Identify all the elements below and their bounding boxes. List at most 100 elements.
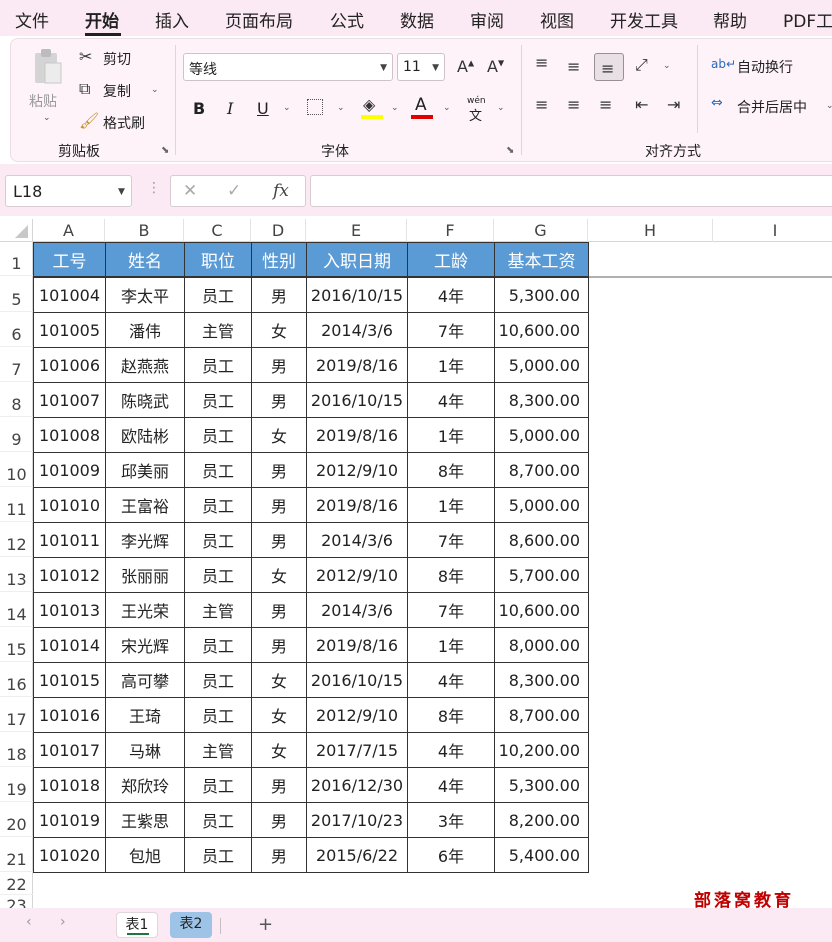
table-cell[interactable]: 包旭	[105, 837, 185, 873]
table-cell[interactable]: 5,000.00	[494, 347, 589, 383]
column-header-i[interactable]: I	[713, 219, 832, 242]
row-header[interactable]: 18	[0, 743, 33, 767]
table-cell[interactable]: 男	[251, 522, 307, 558]
font-launcher-icon[interactable]: ⬊	[506, 145, 514, 156]
row-header[interactable]: 16	[0, 673, 33, 697]
border-icon[interactable]	[307, 99, 323, 115]
table-cell[interactable]: 5,400.00	[494, 837, 589, 873]
table-cell[interactable]: 8,200.00	[494, 802, 589, 838]
table-cell[interactable]: 4年	[407, 732, 495, 768]
table-cell[interactable]: 2019/8/16	[306, 487, 408, 523]
formula-input[interactable]	[310, 175, 832, 207]
align-left-icon[interactable]: ≡	[535, 95, 548, 114]
table-cell[interactable]: 101006	[33, 347, 106, 383]
table-cell[interactable]: 101013	[33, 592, 106, 628]
name-box[interactable]: L18 ▼	[5, 175, 132, 207]
menu-review[interactable]: 审阅	[470, 7, 504, 32]
align-bottom-icon[interactable]: ≡	[601, 59, 614, 78]
row-header[interactable]: 14	[0, 603, 33, 627]
table-cell[interactable]: 4年	[407, 767, 495, 803]
table-cell[interactable]: 2016/10/15	[306, 277, 408, 313]
table-cell[interactable]: 男	[251, 592, 307, 628]
menu-pdf[interactable]: PDF工	[783, 7, 832, 32]
table-cell[interactable]: 101020	[33, 837, 106, 873]
table-cell[interactable]: 员工	[184, 347, 252, 383]
table-cell[interactable]: 员工	[184, 697, 252, 733]
copy-icon[interactable]: ⧉	[79, 79, 90, 99]
row-header[interactable]: 9	[0, 428, 33, 452]
row-header[interactable]: 21	[0, 848, 33, 872]
table-cell[interactable]: 101012	[33, 557, 106, 593]
row-header[interactable]: 15	[0, 638, 33, 662]
row-header[interactable]: 10	[0, 463, 33, 487]
table-cell[interactable]: 5,000.00	[494, 417, 589, 453]
add-sheet-button[interactable]: +	[258, 914, 273, 935]
table-cell[interactable]: 男	[251, 487, 307, 523]
table-cell[interactable]: 101014	[33, 627, 106, 663]
sheet-tab-1[interactable]: 表1	[116, 912, 158, 938]
header-cell[interactable]: 姓名	[105, 242, 185, 277]
table-cell[interactable]: 4年	[407, 662, 495, 698]
table-cell[interactable]: 潘伟	[105, 312, 185, 348]
enter-icon[interactable]: ✓	[227, 181, 241, 201]
table-cell[interactable]: 8,700.00	[494, 452, 589, 488]
align-center-icon[interactable]: ≡	[567, 95, 580, 114]
row-header[interactable]: 5	[0, 288, 33, 312]
border-dropdown-icon[interactable]: ⌄	[337, 103, 345, 113]
italic-button[interactable]: I	[227, 99, 233, 118]
copy-dropdown-icon[interactable]: ⌄	[151, 85, 159, 95]
table-cell[interactable]: 主管	[184, 732, 252, 768]
row-header[interactable]: 7	[0, 358, 33, 382]
chevron-down-icon[interactable]: ▼	[118, 187, 125, 197]
table-cell[interactable]: 员工	[184, 837, 252, 873]
table-cell[interactable]: 2016/10/15	[306, 662, 408, 698]
cut-icon[interactable]: ✂	[79, 47, 92, 66]
table-cell[interactable]: 员工	[184, 522, 252, 558]
table-cell[interactable]: 101018	[33, 767, 106, 803]
table-cell[interactable]: 1年	[407, 347, 495, 383]
font-color-dropdown-icon[interactable]: ⌄	[443, 103, 451, 113]
format-painter-button[interactable]: 格式刷	[103, 113, 145, 133]
header-cell[interactable]: 基本工资	[494, 242, 589, 277]
table-cell[interactable]: 2014/3/6	[306, 522, 408, 558]
table-cell[interactable]: 2012/9/10	[306, 452, 408, 488]
table-cell[interactable]: 1年	[407, 417, 495, 453]
table-cell[interactable]: 101015	[33, 662, 106, 698]
table-cell[interactable]: 2012/9/10	[306, 697, 408, 733]
row-header[interactable]: 22	[0, 875, 33, 895]
table-cell[interactable]: 王紫思	[105, 802, 185, 838]
paste-icon[interactable]	[29, 47, 65, 87]
table-cell[interactable]: 邱美丽	[105, 452, 185, 488]
table-cell[interactable]: 王富裕	[105, 487, 185, 523]
table-cell[interactable]: 郑欣玲	[105, 767, 185, 803]
merge-center-icon[interactable]: ⇔	[711, 95, 723, 111]
table-cell[interactable]: 欧陆彬	[105, 417, 185, 453]
grow-font-icon[interactable]: A▲	[457, 57, 474, 76]
table-cell[interactable]: 男	[251, 802, 307, 838]
menu-formulas[interactable]: 公式	[330, 7, 364, 32]
orientation-dropdown-icon[interactable]: ⌄	[663, 61, 671, 71]
table-cell[interactable]: 10,600.00	[494, 592, 589, 628]
table-cell[interactable]: 4年	[407, 382, 495, 418]
merge-dropdown-icon[interactable]: ⌄	[826, 101, 832, 111]
table-cell[interactable]: 101010	[33, 487, 106, 523]
align-right-icon[interactable]: ≡	[599, 95, 612, 114]
table-cell[interactable]: 男	[251, 382, 307, 418]
header-cell[interactable]: 工龄	[407, 242, 495, 277]
insert-function-icon[interactable]: fx	[273, 181, 289, 201]
table-cell[interactable]: 男	[251, 837, 307, 873]
table-cell[interactable]: 王琦	[105, 697, 185, 733]
table-cell[interactable]: 赵燕燕	[105, 347, 185, 383]
table-cell[interactable]: 员工	[184, 802, 252, 838]
table-cell[interactable]: 员工	[184, 767, 252, 803]
table-cell[interactable]: 2015/6/22	[306, 837, 408, 873]
table-cell[interactable]: 101008	[33, 417, 106, 453]
phonetic-dropdown-icon[interactable]: ⌄	[497, 103, 505, 113]
row-header[interactable]: 1	[0, 252, 33, 276]
font-size-select[interactable]: 11 ▼	[397, 53, 445, 81]
table-cell[interactable]: 101005	[33, 312, 106, 348]
table-cell[interactable]: 员工	[184, 382, 252, 418]
row-header[interactable]: 20	[0, 813, 33, 837]
menu-file[interactable]: 文件	[15, 7, 49, 32]
align-top-icon[interactable]: ≡	[535, 53, 548, 72]
